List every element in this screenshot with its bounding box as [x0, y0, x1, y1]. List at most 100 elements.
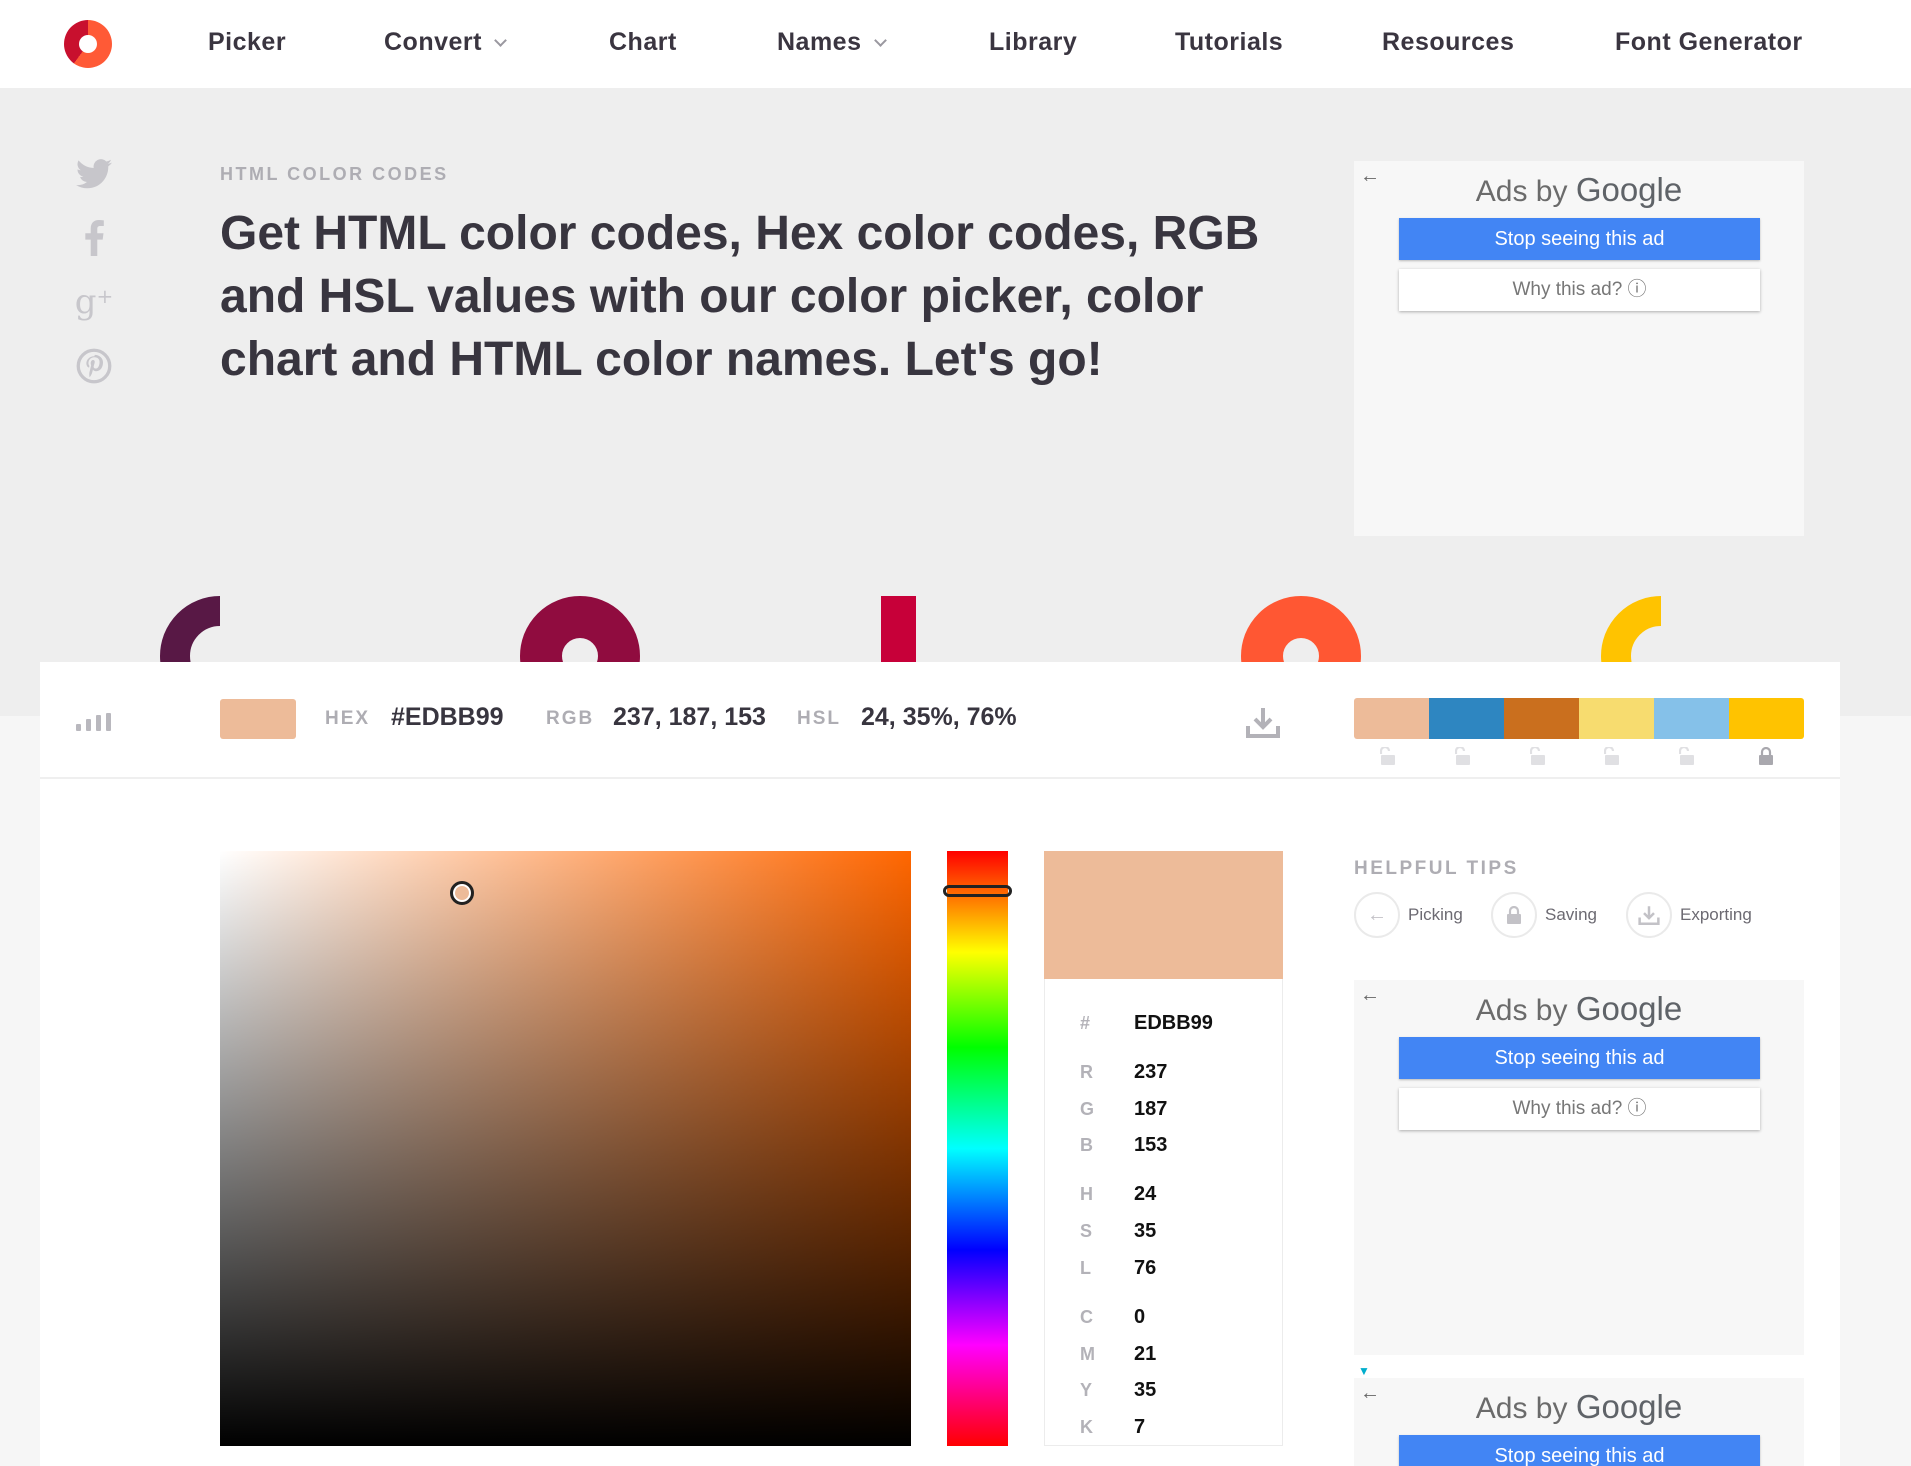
l-label: L: [1080, 1258, 1091, 1278]
palette-swatch[interactable]: [1654, 698, 1729, 739]
nav-resources[interactable]: Resources: [1382, 28, 1514, 57]
decorative-arc: [1601, 596, 1661, 662]
page-eyebrow: HTML COLOR CODES: [220, 164, 449, 184]
k-value[interactable]: 7: [1134, 1416, 1145, 1439]
tip-picking[interactable]: ← Picking: [1354, 892, 1463, 938]
ad-title: Ads by Google: [1354, 990, 1804, 1028]
divider: [40, 777, 1840, 779]
stop-seeing-ad-button[interactable]: Stop seeing this ad: [1399, 1435, 1760, 1466]
s-value[interactable]: 35: [1134, 1220, 1156, 1243]
nav-names[interactable]: Names: [777, 28, 887, 57]
pinterest-icon[interactable]: [74, 348, 114, 388]
tip-saving[interactable]: Saving: [1491, 892, 1597, 938]
top-navigation: Picker Convert Chart Names Library Tutor…: [0, 0, 1911, 88]
download-icon: [1626, 892, 1672, 938]
current-color-swatch: [220, 699, 296, 739]
rgb-label: RGB: [546, 708, 595, 729]
unlock-icon[interactable]: [1678, 745, 1695, 765]
m-value[interactable]: 21: [1134, 1343, 1156, 1366]
nav-label: Convert: [384, 28, 482, 56]
y-label: Y: [1080, 1380, 1093, 1400]
nav-picker[interactable]: Picker: [208, 28, 286, 57]
h-value[interactable]: 24: [1134, 1183, 1156, 1206]
hsl-label: HSL: [797, 708, 841, 729]
stop-seeing-ad-button[interactable]: Stop seeing this ad: [1399, 218, 1760, 260]
ad-title: Ads by Google: [1354, 1388, 1804, 1426]
adchoices-icon[interactable]: ▼: [1358, 1364, 1370, 1378]
color-preview: [1044, 851, 1283, 979]
unlock-icon[interactable]: [1379, 745, 1396, 765]
palette-swatch[interactable]: [1729, 698, 1804, 739]
tip-label: Exporting: [1680, 905, 1752, 924]
nav-tutorials[interactable]: Tutorials: [1175, 28, 1283, 57]
nav-label: Names: [777, 28, 862, 56]
hsl-value[interactable]: 24, 35%, 76%: [861, 703, 1017, 732]
r-label: R: [1080, 1062, 1093, 1082]
decorative-arc: [160, 596, 220, 662]
color-values-panel: [1044, 979, 1283, 1446]
tip-label: Saving: [1545, 905, 1597, 924]
why-this-ad-button[interactable]: Why this ad? ⓘ: [1399, 269, 1760, 311]
palette-swatch[interactable]: [1429, 698, 1504, 739]
ad-title-prefix: Ads by: [1475, 1392, 1576, 1425]
twitter-icon[interactable]: [74, 158, 114, 198]
r-value[interactable]: 237: [1134, 1061, 1167, 1084]
g-label: G: [1080, 1099, 1095, 1119]
palette-swatch[interactable]: [1354, 698, 1429, 739]
m-label: M: [1080, 1344, 1095, 1364]
s-label: S: [1080, 1221, 1093, 1241]
k-label: K: [1080, 1417, 1093, 1437]
tip-exporting[interactable]: Exporting: [1626, 892, 1752, 938]
nav-font-generator[interactable]: Font Generator: [1615, 28, 1803, 57]
b-value[interactable]: 153: [1134, 1134, 1167, 1157]
arrow-left-icon: ←: [1354, 892, 1400, 938]
palette-swatch[interactable]: [1504, 698, 1579, 739]
nav-label: Picker: [208, 28, 287, 56]
ad-title: Ads by Google: [1354, 171, 1804, 209]
c-value[interactable]: 0: [1134, 1306, 1145, 1329]
saturation-brightness-area[interactable]: [220, 851, 911, 1446]
stop-seeing-ad-button[interactable]: Stop seeing this ad: [1399, 1037, 1760, 1079]
nav-label: Resources: [1382, 28, 1515, 56]
facebook-icon[interactable]: [74, 220, 114, 260]
helpful-tips-title: HELPFUL TIPS: [1354, 858, 1519, 879]
nav-convert[interactable]: Convert: [384, 28, 507, 57]
ad-box: ← Ads by Google Stop seeing this ad: [1354, 1378, 1804, 1466]
nav-label: Chart: [609, 28, 677, 56]
h-label: H: [1080, 1184, 1093, 1204]
page-headline: Get HTML color codes, Hex color codes, R…: [220, 207, 1260, 386]
lock-icon[interactable]: [1757, 746, 1773, 765]
ad-box: ← Ads by Google Stop seeing this ad Why …: [1354, 980, 1804, 1355]
download-icon[interactable]: [1246, 706, 1280, 738]
unlock-icon[interactable]: [1603, 745, 1620, 765]
google-plus-icon[interactable]: g+: [74, 282, 114, 322]
c-label: C: [1080, 1307, 1093, 1327]
hue-slider-handle[interactable]: [943, 884, 1012, 897]
color-palette: [1354, 698, 1804, 739]
palette-swatch[interactable]: [1579, 698, 1654, 739]
picker-cursor[interactable]: [449, 880, 474, 905]
hex-value[interactable]: #EDBB99: [391, 703, 504, 732]
nav-chart[interactable]: Chart: [609, 28, 677, 57]
decorative-ring: [520, 596, 640, 662]
ad-box: ← Ads by Google Stop seeing this ad Why …: [1354, 161, 1804, 536]
chevron-down-icon: [494, 34, 507, 47]
hash-value[interactable]: EDBB99: [1134, 1012, 1213, 1035]
g-value[interactable]: 187: [1134, 1098, 1167, 1121]
chevron-down-icon: [873, 34, 887, 47]
ad-title-prefix: Ads by: [1475, 994, 1576, 1027]
why-this-ad-button[interactable]: Why this ad? ⓘ: [1399, 1088, 1760, 1130]
logo[interactable]: [64, 20, 112, 68]
unlock-icon[interactable]: [1529, 745, 1546, 765]
l-value[interactable]: 76: [1134, 1257, 1156, 1280]
lock-icon: [1491, 892, 1537, 938]
y-value[interactable]: 35: [1134, 1379, 1156, 1402]
b-label: B: [1080, 1135, 1093, 1155]
rgb-value[interactable]: 237, 187, 153: [613, 703, 766, 732]
nav-library[interactable]: Library: [989, 28, 1077, 57]
ad-title-brand: Google: [1575, 171, 1683, 208]
ad-title-brand: Google: [1575, 1388, 1683, 1425]
bar-chart-icon[interactable]: [76, 713, 112, 731]
hue-slider[interactable]: [947, 851, 1008, 1446]
unlock-icon[interactable]: [1454, 745, 1471, 765]
